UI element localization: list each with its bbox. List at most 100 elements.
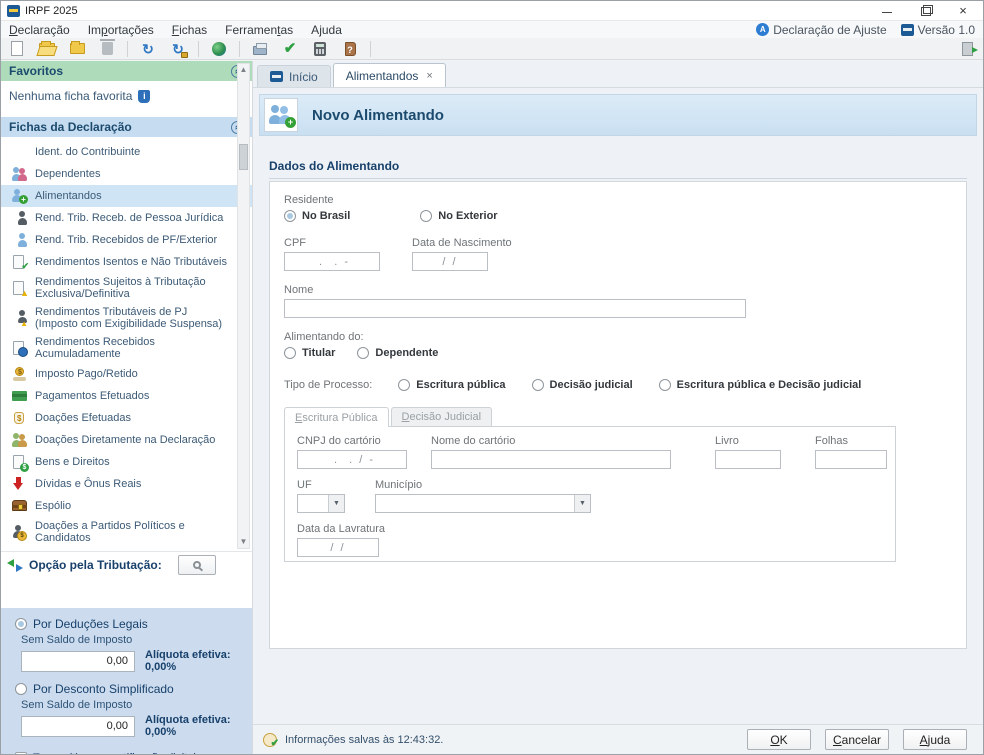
radio-no-brasil[interactable] bbox=[284, 210, 296, 222]
sidebar-item-rendimentos-sujeitos-tributa-o-exclusiva-definitiva[interactable]: Rendimentos Sujeitos à Tributação Exclus… bbox=[1, 273, 252, 303]
menu-fichas[interactable]: Fichas bbox=[172, 23, 207, 37]
sidebar-item-label: Doações Efetuadas bbox=[35, 412, 233, 424]
minimize-button[interactable] bbox=[881, 5, 893, 17]
print-icon[interactable] bbox=[250, 40, 270, 58]
municipio-select[interactable]: ▼ bbox=[375, 494, 591, 513]
radio-dependente[interactable] bbox=[357, 347, 369, 359]
declaration-type-indicator[interactable]: A Declaração de Ajuste bbox=[756, 23, 886, 37]
radio-escritura-publica[interactable] bbox=[398, 379, 410, 391]
ok-button[interactable]: OK bbox=[747, 729, 811, 750]
radio-decisao-judicial[interactable] bbox=[532, 379, 544, 391]
dependente-label: Dependente bbox=[375, 347, 438, 359]
sidebar-item-bens-e-direitos[interactable]: Bens e Direitos bbox=[1, 451, 252, 473]
sidebar-item-rend-trib-recebidos-de-pf-exterior[interactable]: Rend. Trib. Recebidos de PF/Exterior bbox=[1, 229, 252, 251]
taxation-search-button[interactable] bbox=[178, 555, 216, 575]
open-declaration-icon[interactable] bbox=[37, 40, 57, 58]
menu-ajuda[interactable]: Ajuda bbox=[311, 23, 342, 37]
doc-clock-icon bbox=[11, 340, 28, 356]
data-nascimento-label: Data de Nascimento bbox=[412, 237, 512, 249]
tab-alimentandos[interactable]: Alimentandos × bbox=[333, 63, 446, 87]
sidebar-item-label: Rendimentos Tributáveis de PJ (Imposto c… bbox=[35, 306, 233, 330]
radio-escritura-e-decisao[interactable] bbox=[659, 379, 671, 391]
menu-ferramentas[interactable]: Ferramentas bbox=[225, 23, 293, 37]
sidebar-item-dependentes[interactable]: Dependentes bbox=[1, 163, 252, 185]
sidebar-scrollbar[interactable]: ▲ ▼ bbox=[237, 63, 250, 549]
sidebar-item-label: Rendimentos Sujeitos à Tributação Exclus… bbox=[35, 276, 233, 300]
deducoes-value-input[interactable] bbox=[21, 651, 135, 672]
subtab-decisao-judicial[interactable]: Decisão Judicial bbox=[391, 407, 493, 426]
person-plus-icon bbox=[11, 188, 28, 204]
tab-inicio[interactable]: Início bbox=[257, 65, 331, 87]
radio-desconto-simplificado[interactable] bbox=[15, 683, 27, 695]
fichas-header-label: Fichas da Declaração bbox=[9, 120, 132, 134]
taxation-panel: Por Deduções Legais Sem Saldo de Imposto… bbox=[1, 608, 252, 754]
sync-receitanet-icon[interactable]: ↻ bbox=[138, 40, 158, 58]
calculator-icon[interactable] bbox=[310, 40, 330, 58]
radio-titular[interactable] bbox=[284, 347, 296, 359]
verify-icon[interactable]: ✔ bbox=[280, 40, 300, 58]
restore-button[interactable] bbox=[919, 5, 931, 17]
data-lavratura-input[interactable] bbox=[297, 538, 379, 557]
scrollbar-thumb[interactable] bbox=[239, 144, 248, 170]
sidebar-item-doa-es-a-partidos-pol-ticos-e-candidatos[interactable]: Doações a Partidos Políticos e Candidato… bbox=[1, 517, 252, 547]
sidebar-item-rendimentos-recebidos-acumuladamente[interactable]: Rendimentos Recebidos Acumuladamente bbox=[1, 333, 252, 363]
sidebar-item-ident-do-contribuinte[interactable]: Ident. do Contribuinte bbox=[1, 141, 252, 163]
hand-coin-icon bbox=[11, 366, 28, 382]
sidebar-item-imposto-pago-retido[interactable]: Imposto Pago/Retido bbox=[1, 363, 252, 385]
sidebar-item-esp-lio[interactable]: Espólio bbox=[1, 495, 252, 517]
deducoes-legais-label: Por Deduções Legais bbox=[33, 617, 148, 631]
sidebar-item-alimentandos[interactable]: Alimentandos bbox=[1, 185, 252, 207]
person-dollar-icon bbox=[11, 524, 28, 540]
nome-input[interactable] bbox=[284, 299, 746, 318]
nome-cartorio-input[interactable] bbox=[431, 450, 671, 469]
exit-icon[interactable] bbox=[957, 40, 977, 58]
data-nascimento-input[interactable] bbox=[412, 252, 488, 271]
app-window: IRPF 2025 × Declaração Importações Ficha… bbox=[0, 0, 984, 755]
cpf-input[interactable] bbox=[284, 252, 380, 271]
people-donation-icon bbox=[11, 432, 28, 448]
close-button[interactable]: × bbox=[957, 5, 969, 17]
toolbar: ↻ ↻ ✔ ? bbox=[1, 38, 983, 60]
radio-no-exterior[interactable] bbox=[420, 210, 432, 222]
sidebar-item-label: Ident. do Contribuinte bbox=[35, 146, 233, 158]
section-title: Dados do Alimentando bbox=[269, 159, 967, 179]
sync-secure-icon[interactable]: ↻ bbox=[168, 40, 188, 58]
folhas-input[interactable] bbox=[815, 450, 887, 469]
help-button[interactable]: Ajuda bbox=[903, 729, 967, 750]
sidebar-item-rendimentos-isentos-e-n-o-tribut-veis[interactable]: Rendimentos Isentos e Não Tributáveis bbox=[1, 251, 252, 273]
uf-select[interactable]: ▼ bbox=[297, 494, 345, 513]
form-content: Dados do Alimentando Residente No Brasil… bbox=[253, 137, 983, 724]
sidebar-item-rend-trib-receb-de-pessoa-jur-dica[interactable]: Rend. Trib. Receb. de Pessoa Jurídica bbox=[1, 207, 252, 229]
folder-icon[interactable] bbox=[67, 40, 87, 58]
scroll-up-icon[interactable]: ▲ bbox=[238, 64, 249, 76]
sidebar-item-label: Rendimentos Isentos e Não Tributáveis bbox=[35, 256, 233, 268]
tab-close-icon[interactable]: × bbox=[426, 70, 432, 82]
desconto-sub-label: Sem Saldo de Imposto bbox=[21, 699, 242, 711]
sidebar-item-doa-es-diretamente-na-declara-o[interactable]: Doações Diretamente na Declaração bbox=[1, 429, 252, 451]
menu-importacoes[interactable]: Importações bbox=[88, 23, 154, 37]
sidebar-item-label: Imposto Pago/Retido bbox=[35, 368, 233, 380]
chevron-down-icon: ▼ bbox=[574, 495, 590, 512]
toolbar-separator bbox=[239, 41, 240, 57]
processo-subtabs: Escritura Pública Decisão Judicial bbox=[284, 407, 952, 426]
alimentando-header-iconbox: + bbox=[264, 98, 298, 132]
scroll-down-icon[interactable]: ▼ bbox=[238, 536, 249, 548]
help-book-icon[interactable]: ? bbox=[340, 40, 360, 58]
cancel-button[interactable]: Cancelar bbox=[825, 729, 889, 750]
fichas-header: Fichas da Declaração « bbox=[1, 117, 252, 137]
livro-input[interactable] bbox=[715, 450, 781, 469]
deducoes-sub-label: Sem Saldo de Imposto bbox=[21, 634, 242, 646]
menu-declaracao[interactable]: Declaração bbox=[9, 23, 70, 37]
sidebar-item-d-vidas-e-nus-reais[interactable]: Dívidas e Ônus Reais bbox=[1, 473, 252, 495]
sidebar-item-label: Doações Diretamente na Declaração bbox=[35, 434, 233, 446]
delete-icon[interactable] bbox=[97, 40, 117, 58]
transmit-globe-icon[interactable] bbox=[209, 40, 229, 58]
subtab-escritura-publica[interactable]: Escritura Pública bbox=[284, 407, 389, 427]
desconto-value-input[interactable] bbox=[21, 716, 135, 737]
sidebar-item-doa-es-efetuadas[interactable]: Doações Efetuadas bbox=[1, 407, 252, 429]
cnpj-cartorio-input[interactable] bbox=[297, 450, 407, 469]
new-document-icon[interactable] bbox=[7, 40, 27, 58]
radio-deducoes-legais[interactable] bbox=[15, 618, 27, 630]
sidebar-item-pagamentos-efetuados[interactable]: Pagamentos Efetuados bbox=[1, 385, 252, 407]
sidebar-item-rendimentos-tribut-veis-de-pj-imposto-com-exigibilidade-suspensa[interactable]: Rendimentos Tributáveis de PJ (Imposto c… bbox=[1, 303, 252, 333]
